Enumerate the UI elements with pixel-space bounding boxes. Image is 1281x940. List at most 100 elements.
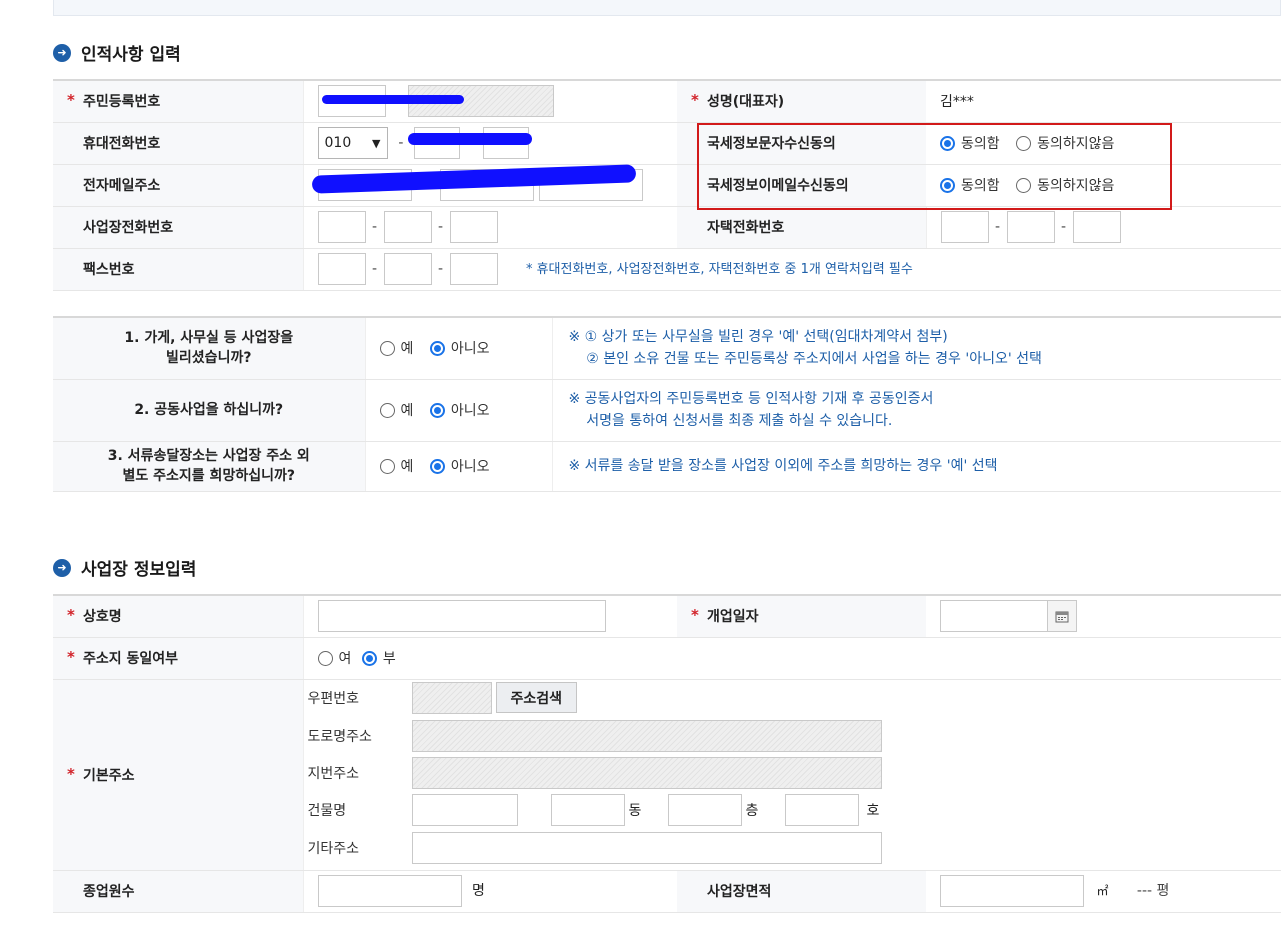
email-label: 전자메일주소 — [53, 164, 303, 207]
personal-title-text: 인적사항 입력 — [81, 45, 181, 65]
mobile-prefix-select[interactable]: 010 ▼ — [317, 127, 388, 159]
dash: - — [371, 261, 378, 277]
radio-checked-icon — [429, 402, 445, 418]
area-unit: ㎡ — [1096, 884, 1109, 898]
same-address-no-radio[interactable]: 부 — [361, 648, 396, 668]
fax-cell: - - * 휴대전화번호, 사업장전화번호, 자택전화번호 중 1개 연락처입력 … — [302, 248, 1281, 291]
area-label: 사업장면적 — [677, 870, 926, 913]
radio-checked-icon — [361, 650, 377, 666]
trade-name-input[interactable] — [317, 600, 606, 633]
question-3-text: 3. 서류송달장소는 사업장 주소 외 별도 주소지를 희망하십니까? — [53, 441, 365, 492]
same-address-yes-radio[interactable]: 여 — [317, 648, 352, 668]
business-info-table: 상호명 개업일자 주소지 동일여부 여 부 기본주소 우편번호 주소검색 도로명… — [53, 594, 1281, 913]
pyeong-value: --- 평 — [1136, 883, 1170, 899]
home-phone-3-input[interactable] — [1072, 211, 1121, 243]
employees-input[interactable] — [317, 875, 462, 907]
mobile-label: 휴대전화번호 — [53, 122, 303, 165]
home-phone-2-input[interactable] — [1006, 211, 1055, 243]
personal-section-title: ➜ 인적사항 입력 — [53, 40, 181, 65]
top-bar — [53, 0, 1281, 16]
same-no-label: 부 — [382, 651, 396, 667]
dash: - — [371, 219, 378, 235]
question-1-note: ※ ① 상가 또는 사무실을 빌린 경우 '예' 선택(임대차계약서 첨부) ②… — [551, 316, 1281, 380]
fax-3-input[interactable] — [449, 253, 498, 285]
biz-phone-cell: -- — [302, 206, 677, 249]
area-input[interactable] — [940, 875, 1084, 907]
question-2-no-label: 아니오 — [450, 403, 490, 419]
question-1-text: 1. 가게, 사무실 등 사업장을 빌리셨습니까? — [53, 316, 365, 380]
question-2-yes-label: 예 — [400, 403, 414, 419]
calendar-icon[interactable] — [1047, 600, 1077, 633]
road-address-row: 도로명주소 — [307, 719, 882, 752]
radio-checked-icon — [429, 458, 445, 474]
ho-input[interactable] — [784, 793, 859, 826]
dash: - — [437, 219, 444, 235]
redaction-mark — [322, 95, 464, 104]
lot-address-row: 지번주소 — [308, 756, 882, 789]
same-address-label: 주소지 동일여부 — [53, 637, 303, 680]
postal-input — [411, 681, 492, 714]
arrow-circle-icon: ➜ — [53, 558, 71, 577]
open-date-label: 개업일자 — [677, 594, 926, 638]
fax-label: 팩스번호 — [53, 248, 303, 291]
postal-label: 우편번호 — [307, 690, 360, 707]
road-address-label: 도로명주소 — [307, 728, 372, 745]
open-date-cell — [926, 594, 1281, 638]
other-address-row: 기타주소 — [307, 831, 882, 864]
fax-2-input[interactable] — [383, 253, 432, 285]
biz-phone-2-input[interactable] — [383, 211, 432, 243]
base-address-label: 기본주소 — [53, 679, 303, 871]
trade-name-label: 상호명 — [53, 594, 303, 638]
question-3-no-label: 아니오 — [450, 459, 490, 475]
question-2-note: ※ 공동사업자의 주민등록번호 등 인적사항 기재 후 공동인증서 서명을 통하… — [551, 379, 1281, 442]
business-section-title: ➜ 사업장 정보입력 — [53, 555, 196, 580]
home-phone-1-input[interactable] — [940, 211, 989, 243]
base-address-cell: 우편번호 주소검색 도로명주소 지번주소 건물명 동 층 호 기타주소 — [302, 679, 1281, 871]
question-1-yes-radio[interactable]: 예 — [379, 338, 413, 358]
home-phone-label: 자택전화번호 — [677, 206, 926, 249]
radio-unchecked-icon — [379, 458, 395, 474]
question-3-no-radio[interactable]: 아니오 — [429, 456, 490, 476]
name-value: 김*** — [926, 79, 1281, 123]
biz-phone-3-input[interactable] — [449, 211, 498, 243]
building-name-input[interactable] — [411, 793, 518, 826]
question-2-yes-radio[interactable]: 예 — [379, 400, 414, 420]
dash: - — [994, 219, 1001, 235]
road-address-input — [411, 719, 882, 752]
postal-row: 우편번호 주소검색 — [307, 681, 578, 714]
building-row: 건물명 동 층 호 — [308, 793, 880, 826]
same-yes-label: 여 — [338, 651, 352, 667]
mobile-prefix-value: 010 — [324, 135, 352, 151]
question-1-no-label: 아니오 — [450, 341, 490, 358]
open-date-input[interactable] — [940, 600, 1048, 633]
other-address-label: 기타주소 — [307, 840, 360, 857]
question-1-no-radio[interactable]: 아니오 — [429, 338, 490, 358]
same-address-cell: 여 부 — [302, 637, 1281, 680]
home-phone-cell: -- — [925, 206, 1281, 249]
radio-unchecked-icon — [379, 402, 395, 418]
question-2-no-radio[interactable]: 아니오 — [429, 400, 490, 420]
question-2-options: 예 아니오 — [364, 379, 552, 442]
questions-table: 1. 가게, 사무실 등 사업장을 빌리셨습니까? 예 아니오 ※ ① 상가 또… — [53, 316, 1281, 492]
address-search-button[interactable]: 주소검색 — [495, 682, 578, 713]
dash: - — [1060, 219, 1067, 235]
floor-input[interactable] — [667, 793, 742, 826]
area-cell: ㎡ --- 평 — [926, 870, 1281, 913]
fax-1-input[interactable] — [317, 253, 366, 285]
contact-required-notice: * 휴대전화번호, 사업장전화번호, 자택전화번호 중 1개 연락처입력 필수 — [525, 262, 913, 277]
biz-phone-1-input[interactable] — [317, 211, 366, 243]
employees-unit: 명 — [471, 883, 485, 899]
dong-unit: 동 — [628, 802, 642, 819]
other-address-input[interactable] — [411, 831, 882, 864]
ho-unit: 호 — [866, 802, 880, 819]
dong-input[interactable] — [550, 793, 625, 826]
redaction-mark — [408, 133, 532, 145]
question-3-yes-radio[interactable]: 예 — [379, 456, 414, 476]
consent-highlight-box — [697, 123, 1172, 210]
question-3-yes-label: 예 — [400, 459, 414, 475]
floor-unit: 층 — [745, 802, 759, 819]
radio-unchecked-icon — [317, 650, 333, 666]
radio-checked-icon — [429, 340, 445, 356]
dash: - — [437, 261, 444, 277]
question-2-text: 2. 공동사업을 하십니까? — [53, 379, 365, 442]
